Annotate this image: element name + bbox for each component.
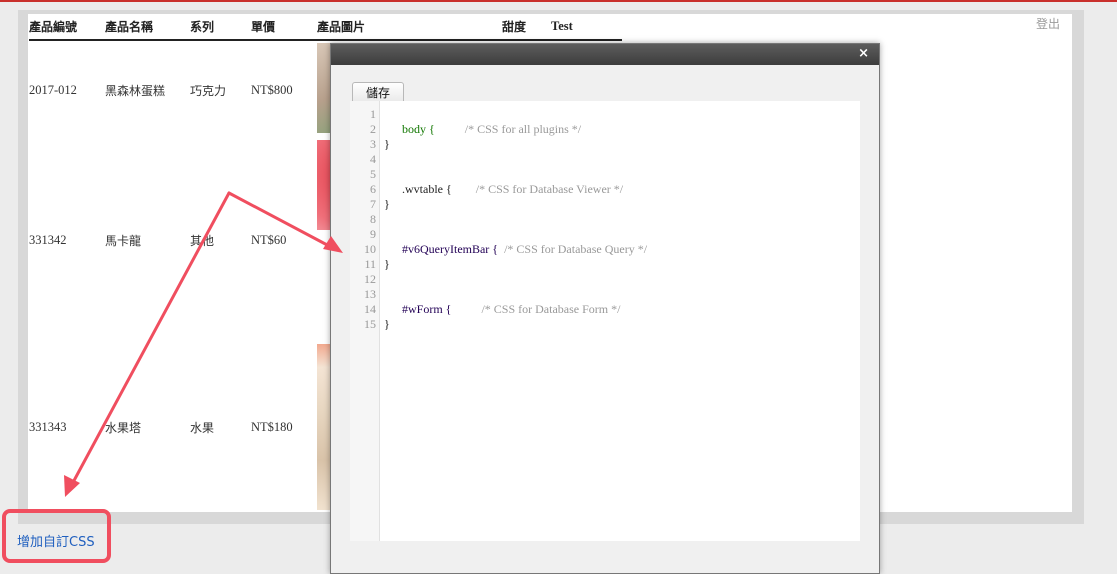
cell-name: 黑森林蛋糕	[105, 84, 166, 98]
column-header-test: Test	[551, 19, 573, 33]
code-line: }	[384, 317, 390, 331]
code-line: }	[384, 257, 390, 271]
code-editor[interactable]: 1 2 3 4 5 6 7 8 9 10 11 12 13 14 15 body…	[350, 101, 860, 541]
line-number: 10	[364, 242, 376, 256]
cell-id: 331343	[29, 420, 67, 434]
column-header-sweetness: 甜度	[502, 20, 527, 34]
dialog-titlebar[interactable]: ×	[331, 44, 879, 65]
close-icon[interactable]: ×	[858, 46, 869, 61]
code-line: .wvtable { /* CSS for Database Viewer */	[384, 167, 623, 212]
cell-price: NT$800	[251, 83, 293, 97]
column-header-price: 單價	[251, 20, 276, 34]
top-accent-line	[0, 0, 1117, 2]
code-line: }	[384, 137, 390, 151]
column-header-name: 產品名稱	[105, 20, 154, 34]
line-number: 12	[364, 272, 376, 286]
logout-link[interactable]: 登出	[1036, 15, 1060, 32]
line-number: 4	[370, 152, 376, 166]
column-header-id: 產品編號	[29, 20, 78, 34]
css-comment: /* CSS for Database Query */	[504, 242, 648, 256]
code-line: }	[384, 197, 390, 211]
cell-price: NT$60	[251, 233, 287, 247]
cell-name: 水果塔	[105, 421, 142, 435]
column-header-series: 系列	[190, 20, 215, 34]
line-number: 15	[364, 317, 376, 331]
line-number: 7	[370, 197, 376, 211]
column-header-image: 產品圖片	[317, 20, 366, 34]
css-selector: #v6QueryItemBar {	[402, 242, 499, 256]
line-number: 11	[364, 257, 376, 271]
line-number: 8	[370, 212, 376, 226]
cell-series: 其他	[190, 234, 215, 248]
line-number: 13	[364, 287, 376, 301]
css-selector: .wvtable {	[402, 182, 452, 196]
code-line: #v6QueryItemBar { /* CSS for Database Qu…	[384, 227, 647, 272]
line-number: 14	[364, 302, 376, 316]
line-number: 5	[370, 167, 376, 181]
line-number-gutter: 1 2 3 4 5 6 7 8 9 10 11 12 13 14 15	[350, 101, 380, 541]
css-selector: body {	[402, 122, 435, 136]
css-comment: /* CSS for all plugins */	[464, 122, 582, 136]
add-custom-css-link[interactable]: 增加自訂CSS	[17, 531, 95, 550]
cell-id: 331342	[29, 233, 67, 247]
cell-series: 水果	[190, 421, 215, 435]
css-selector: #wForm {	[402, 302, 452, 316]
line-number: 3	[370, 137, 376, 151]
line-number: 1	[370, 107, 376, 121]
css-comment: /* CSS for Database Form */	[481, 302, 621, 316]
cell-name: 馬卡龍	[105, 234, 142, 248]
cell-series: 巧克力	[190, 84, 227, 98]
line-number: 2	[370, 122, 376, 136]
css-editor-dialog: × 儲存 1 2 3 4 5 6 7 8 9 10 11 12 13 14 15…	[330, 43, 880, 574]
cell-price: NT$180	[251, 420, 293, 434]
line-number: 6	[370, 182, 376, 196]
cell-id: 2017-012	[29, 83, 77, 97]
line-number: 9	[370, 227, 376, 241]
css-comment: /* CSS for Database Viewer */	[475, 182, 624, 196]
table-header: 產品編號 產品名稱 系列 單價 產品圖片 甜度 Test	[29, 18, 622, 41]
code-line: #wForm { /* CSS for Database Form */	[384, 287, 620, 332]
code-line: body { /* CSS for all plugins */	[384, 107, 581, 152]
